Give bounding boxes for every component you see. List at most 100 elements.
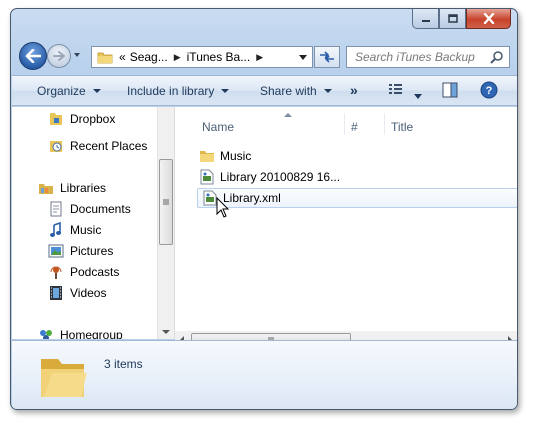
navigation-pane-scrollbar[interactable] [157, 107, 174, 339]
scroll-down-arrow[interactable] [162, 330, 170, 334]
nav-item-pictures[interactable]: Pictures [48, 243, 113, 259]
chevron-down-icon [299, 54, 307, 60]
back-arrow-icon [25, 49, 41, 63]
dropbox-icon [48, 111, 64, 127]
chevron-down-icon [92, 89, 101, 93]
podcasts-icon [48, 264, 64, 280]
folder-icon [199, 148, 215, 164]
recent-pages-dropdown[interactable] [74, 53, 80, 57]
documents-icon [48, 201, 64, 217]
column-header-label: Name [202, 120, 235, 134]
search-icon[interactable] [490, 50, 504, 67]
navigation-pane: Dropbox Recent Places Libraries Document… [12, 107, 156, 339]
minimize-icon [421, 19, 430, 22]
nav-item-label: Libraries [60, 181, 107, 195]
nav-item-label: Videos [70, 286, 107, 300]
breadcrumb-seagate[interactable]: Seag... [128, 50, 170, 64]
more-commands-label: » [350, 82, 358, 98]
nav-item-recent-places[interactable]: Recent Places [48, 138, 147, 154]
libraries-icon [38, 180, 54, 196]
view-list-icon [389, 84, 402, 94]
nav-item-label: Podcasts [70, 265, 120, 279]
chevron-down-icon [221, 89, 230, 93]
file-name: Music [220, 149, 252, 163]
nav-item-libraries[interactable]: Libraries [38, 180, 106, 196]
explorer-window: « Seag... ▶ iTunes Ba... ▶ Organize Incl… [10, 8, 518, 410]
folder-icon [38, 351, 88, 404]
nav-item-label: Recent Places [70, 139, 148, 153]
maximize-button[interactable] [439, 9, 466, 29]
folder-icon [97, 50, 113, 64]
back-button[interactable] [19, 42, 47, 70]
file-row-library-xml[interactable]: Library.xml [197, 188, 517, 208]
forward-button[interactable] [47, 44, 71, 68]
file-name: Library 20100829 16... [220, 170, 341, 184]
nav-item-label: Pictures [70, 244, 114, 258]
file-name: Library.xml [223, 191, 281, 205]
nav-item-podcasts[interactable]: Podcasts [48, 264, 119, 280]
help-icon: ? [480, 81, 498, 99]
svg-text:?: ? [486, 85, 493, 97]
address-overflow[interactable]: « [117, 50, 128, 64]
grip-icon [163, 199, 169, 205]
details-pane: 3 items [12, 340, 517, 409]
column-header-label: Title [391, 120, 414, 134]
file-row-music[interactable]: Music [199, 146, 251, 166]
include-in-library-label: Include in library [127, 84, 215, 98]
scrollbar-thumb[interactable] [159, 159, 173, 245]
recent-places-icon [48, 138, 64, 154]
breadcrumb-separator[interactable]: ▶ [252, 52, 267, 63]
column-separator[interactable] [384, 113, 385, 135]
more-commands-button[interactable]: » [350, 82, 358, 98]
change-view-button[interactable] [388, 82, 404, 99]
address-bar[interactable]: « Seag... ▶ iTunes Ba... ▶ [91, 46, 313, 68]
breadcrumb-separator[interactable]: ▶ [170, 52, 185, 63]
refresh-icon [320, 51, 334, 63]
organize-button[interactable]: Organize [37, 84, 101, 98]
nav-item-homegroup[interactable]: Homegroup [38, 327, 123, 339]
breadcrumb-itunes-backup[interactable]: iTunes Ba... [185, 50, 253, 64]
command-bar: Organize Include in library Share with »… [12, 75, 517, 106]
chevron-down-icon [414, 94, 422, 99]
nav-item-dropbox[interactable]: Dropbox [48, 111, 115, 127]
music-icon [48, 222, 64, 238]
search-input[interactable] [347, 50, 487, 64]
view-options-dropdown[interactable] [414, 88, 422, 102]
preview-pane-icon [442, 82, 458, 98]
forward-arrow-icon [53, 51, 65, 61]
column-header-title[interactable]: Title [391, 113, 491, 141]
share-with-label: Share with [260, 84, 317, 98]
column-header-number[interactable]: # [351, 113, 387, 141]
file-list: Name # Title Music Library 20100829 16..… [175, 107, 517, 348]
include-in-library-button[interactable]: Include in library [127, 84, 230, 98]
nav-item-label: Homegroup [60, 328, 123, 339]
column-header-name[interactable]: Name [202, 113, 344, 141]
minimize-button[interactable] [412, 9, 439, 29]
mouse-cursor-icon [216, 196, 230, 222]
videos-icon [48, 285, 64, 301]
nav-item-label: Documents [70, 202, 131, 216]
nav-item-music[interactable]: Music [48, 222, 101, 238]
address-dropdown[interactable] [294, 47, 312, 67]
item-count: 3 items [104, 357, 143, 371]
chevron-down-icon [323, 89, 332, 93]
preview-pane-button[interactable] [442, 82, 458, 101]
close-button[interactable] [466, 9, 511, 29]
search-box[interactable] [346, 46, 510, 68]
column-separator[interactable] [344, 113, 345, 135]
nav-item-videos[interactable]: Videos [48, 285, 106, 301]
close-icon [483, 13, 494, 24]
help-button[interactable]: ? [480, 81, 498, 102]
homegroup-icon [38, 327, 54, 339]
column-header-label: # [351, 120, 358, 134]
file-row-library-backup[interactable]: Library 20100829 16... [199, 167, 340, 187]
maximize-icon [447, 14, 458, 23]
caption-buttons [412, 9, 511, 30]
organize-label: Organize [37, 84, 86, 98]
sort-ascending-icon [284, 113, 292, 117]
nav-item-documents[interactable]: Documents [48, 201, 131, 217]
share-with-button[interactable]: Share with [260, 84, 332, 98]
xml-file-icon [199, 169, 215, 185]
nav-item-label: Dropbox [70, 112, 116, 126]
refresh-button[interactable] [314, 46, 340, 68]
